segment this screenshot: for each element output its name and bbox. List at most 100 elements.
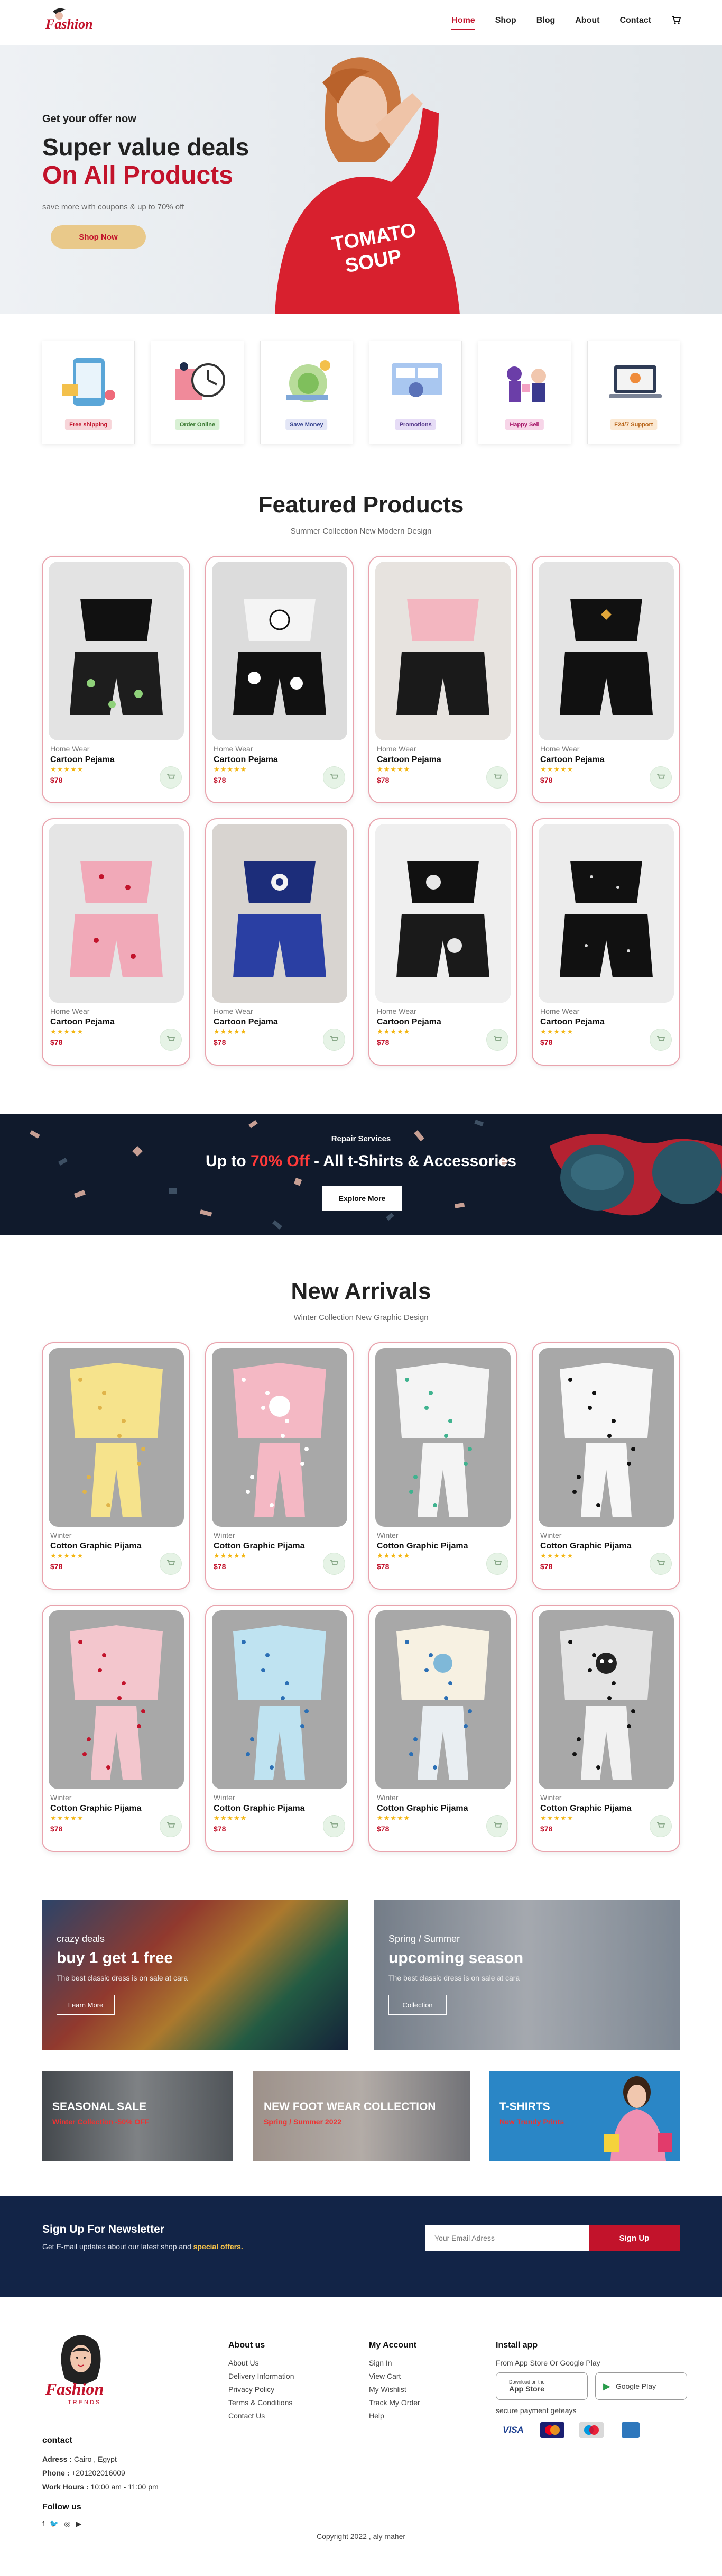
product-image[interactable]: [375, 562, 511, 740]
add-to-cart-icon[interactable]: [160, 1029, 182, 1051]
product-card[interactable]: Home Wear Cartoon Pejama ★★★★★ $78: [205, 818, 354, 1066]
product-name[interactable]: Cartoon Pejama: [377, 755, 441, 765]
add-to-cart-icon[interactable]: [650, 1553, 672, 1575]
spring-summer-banner[interactable]: Spring / Summer upcoming season The best…: [374, 1900, 680, 2050]
product-name[interactable]: Cotton Graphic Pijama: [214, 1542, 304, 1551]
footer-link[interactable]: View Cart: [369, 2372, 420, 2380]
nav-shop[interactable]: Shop: [495, 16, 516, 30]
product-image[interactable]: [375, 824, 511, 1003]
product-card[interactable]: Home Wear Cartoon Pejama ★★★★★ $78: [42, 556, 190, 803]
product-image[interactable]: [539, 1348, 674, 1527]
product-image[interactable]: [375, 1610, 511, 1789]
product-name[interactable]: Cotton Graphic Pijama: [540, 1542, 631, 1551]
product-name[interactable]: Cartoon Pejama: [540, 755, 605, 765]
explore-more-button[interactable]: Explore More: [322, 1186, 402, 1211]
product-card[interactable]: Home Wear Cartoon Pejama ★★★★★ $78: [532, 556, 680, 803]
footer-link[interactable]: Help: [369, 2412, 420, 2420]
product-name[interactable]: Cotton Graphic Pijama: [377, 1804, 468, 1813]
product-card[interactable]: Home Wear Cartoon Pejama ★★★★★ $78: [42, 818, 190, 1066]
footer-link[interactable]: Contact Us: [228, 2412, 294, 2420]
seasonal-sale-banner[interactable]: SEASONAL SALE Winter Collection -50% OFF: [42, 2071, 233, 2161]
add-to-cart-icon[interactable]: [486, 766, 508, 789]
twitter-icon[interactable]: 🐦: [50, 2519, 59, 2528]
youtube-icon[interactable]: ▶: [76, 2519, 82, 2528]
signup-button[interactable]: Sign Up: [589, 2225, 680, 2251]
product-card[interactable]: Winter Cotton Graphic Pijama ★★★★★ $78: [42, 1342, 190, 1590]
product-name[interactable]: Cartoon Pejama: [214, 755, 278, 765]
product-name[interactable]: Cotton Graphic Pijama: [50, 1542, 141, 1551]
product-card[interactable]: Home Wear Cartoon Pejama ★★★★★ $78: [205, 556, 354, 803]
product-card[interactable]: Winter Cotton Graphic Pijama ★★★★★ $78: [42, 1605, 190, 1852]
product-name[interactable]: Cartoon Pejama: [50, 1017, 115, 1027]
product-name[interactable]: Cartoon Pejama: [540, 1017, 605, 1027]
footer-link[interactable]: About Us: [228, 2359, 294, 2367]
cart-icon[interactable]: [671, 16, 681, 30]
footer-link[interactable]: Sign In: [369, 2359, 420, 2367]
add-to-cart-icon[interactable]: [650, 766, 672, 789]
footer-link[interactable]: Track My Order: [369, 2398, 420, 2407]
product-card[interactable]: Winter Cotton Graphic Pijama ★★★★★ $78: [368, 1605, 517, 1852]
product-card[interactable]: Home Wear Cartoon Pejama ★★★★★ $78: [368, 818, 517, 1066]
google-play-label: Google Play: [615, 2382, 656, 2390]
crazy-deals-banner[interactable]: crazy deals buy 1 get 1 free The best cl…: [42, 1900, 348, 2050]
add-to-cart-icon[interactable]: [160, 1815, 182, 1837]
footer-link[interactable]: My Wishlist: [369, 2385, 420, 2394]
add-to-cart-icon[interactable]: [486, 1029, 508, 1051]
product-image[interactable]: [539, 824, 674, 1003]
add-to-cart-icon[interactable]: [160, 766, 182, 789]
product-card[interactable]: Winter Cotton Graphic Pijama ★★★★★ $78: [205, 1605, 354, 1852]
shop-now-button[interactable]: Shop Now: [51, 225, 146, 249]
add-to-cart-icon[interactable]: [323, 1029, 345, 1051]
tshirts-banner[interactable]: T-SHIRTS New Trendy Prints: [489, 2071, 680, 2161]
product-name[interactable]: Cotton Graphic Pijama: [377, 1542, 468, 1551]
product-image[interactable]: [49, 562, 184, 740]
newsletter-email-input[interactable]: [425, 2225, 589, 2251]
product-image[interactable]: [539, 562, 674, 740]
product-name[interactable]: Cartoon Pejama: [377, 1017, 441, 1027]
add-to-cart-icon[interactable]: [160, 1553, 182, 1575]
collection-button[interactable]: Collection: [388, 1995, 447, 2015]
product-image[interactable]: [49, 824, 184, 1003]
product-card[interactable]: Winter Cotton Graphic Pijama ★★★★★ $78: [532, 1342, 680, 1590]
nav-contact[interactable]: Contact: [619, 16, 651, 30]
product-image[interactable]: [49, 1348, 184, 1527]
product-image[interactable]: [49, 1610, 184, 1789]
app-store-button[interactable]: Download on the App Store: [496, 2372, 588, 2400]
product-image[interactable]: [375, 1348, 511, 1527]
add-to-cart-icon[interactable]: [323, 1553, 345, 1575]
product-name[interactable]: Cotton Graphic Pijama: [540, 1804, 631, 1813]
nav-about[interactable]: About: [575, 16, 599, 30]
product-image[interactable]: [212, 562, 347, 740]
add-to-cart-icon[interactable]: [323, 766, 345, 789]
footer-link[interactable]: Terms & Conditions: [228, 2398, 294, 2407]
product-card[interactable]: Winter Cotton Graphic Pijama ★★★★★ $78: [368, 1342, 517, 1590]
product-card[interactable]: Home Wear Cartoon Pejama ★★★★★ $78: [368, 556, 517, 803]
learn-more-button[interactable]: Learn More: [57, 1995, 115, 2015]
add-to-cart-icon[interactable]: [323, 1815, 345, 1837]
instagram-icon[interactable]: ◎: [64, 2519, 70, 2528]
product-card[interactable]: Home Wear Cartoon Pejama ★★★★★ $78: [532, 818, 680, 1066]
product-name[interactable]: Cartoon Pejama: [50, 755, 115, 765]
product-image[interactable]: [212, 1348, 347, 1527]
add-to-cart-icon[interactable]: [650, 1815, 672, 1837]
add-to-cart-icon[interactable]: [486, 1815, 508, 1837]
product-image[interactable]: [212, 1610, 347, 1789]
google-play-button[interactable]: ▶ Google Play: [595, 2372, 687, 2400]
product-image[interactable]: [539, 1610, 674, 1789]
add-to-cart-icon[interactable]: [486, 1553, 508, 1575]
facebook-icon[interactable]: f: [42, 2519, 44, 2528]
footwear-banner[interactable]: NEW FOOT WEAR COLLECTION Spring / Summer…: [253, 2071, 470, 2161]
product-image[interactable]: [212, 824, 347, 1003]
nav-blog[interactable]: Blog: [536, 16, 556, 30]
brand-logo[interactable]: Fashion: [42, 4, 111, 36]
footer-link[interactable]: Delivery Information: [228, 2372, 294, 2380]
footer-link[interactable]: Privacy Policy: [228, 2385, 294, 2394]
product-name[interactable]: Cartoon Pejama: [214, 1017, 278, 1027]
product-card[interactable]: Winter Cotton Graphic Pijama ★★★★★ $78: [205, 1342, 354, 1590]
product-card[interactable]: Winter Cotton Graphic Pijama ★★★★★ $78: [532, 1605, 680, 1852]
footer-logo[interactable]: Fashion TRENDS: [41, 2331, 121, 2410]
nav-home[interactable]: Home: [451, 16, 475, 30]
add-to-cart-icon[interactable]: [650, 1029, 672, 1051]
product-name[interactable]: Cotton Graphic Pijama: [214, 1804, 304, 1813]
product-name[interactable]: Cotton Graphic Pijama: [50, 1804, 141, 1813]
